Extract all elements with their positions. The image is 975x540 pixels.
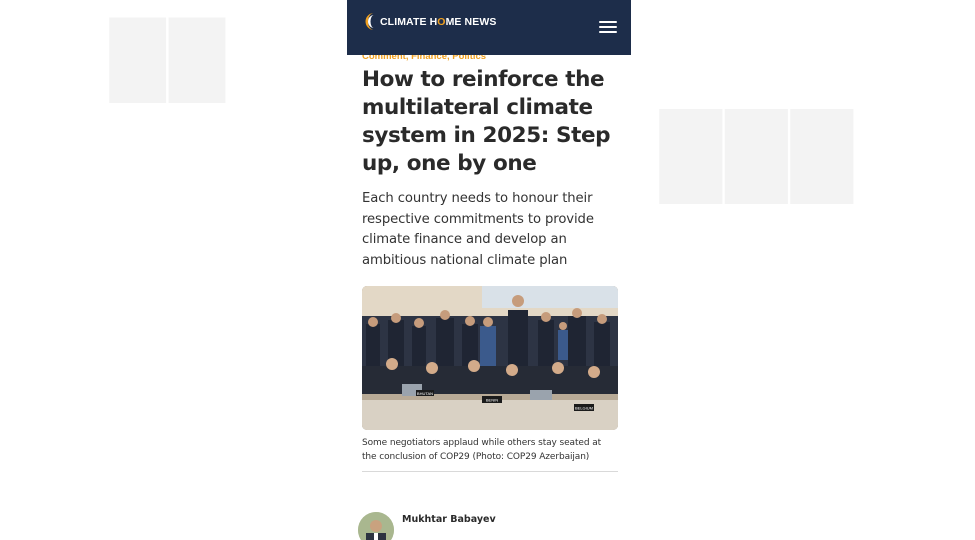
photo-caption: Some negotiators applaud while others st… <box>362 438 602 462</box>
mobile-viewport: CLIMATE HOME NEWS Comment, Finance, Poli… <box>347 0 631 540</box>
background-ghost-right: ███ <box>660 110 857 203</box>
site-logo-link[interactable]: CLIMATE HOME NEWS <box>363 12 496 31</box>
placard-belgium: BELGIUM <box>575 406 593 411</box>
background-ghost-left: ██ <box>110 18 229 102</box>
article: Comment, Finance, Politics How to reinfo… <box>362 50 618 472</box>
article-headline: How to reinforce the multilateral climat… <box>362 67 611 176</box>
sun-logo-icon <box>363 12 376 31</box>
caption-divider <box>362 471 618 472</box>
author-avatar[interactable] <box>358 512 394 540</box>
author-byline[interactable]: Mukhtar Babayev <box>358 512 496 540</box>
page: ██ ███ CLIMATE HOME NEWS Comment, Financ… <box>0 0 975 540</box>
article-standfirst: Each country needs to honour their respe… <box>362 191 594 268</box>
site-header: CLIMATE HOME NEWS <box>347 0 631 55</box>
logo-wordmark: CLIMATE HOME NEWS <box>380 15 497 28</box>
article-hero-photo: BHUTAN BENIN BELGIUM <box>362 286 618 430</box>
author-name[interactable]: Mukhtar Babayev <box>402 514 496 525</box>
hamburger-menu-icon[interactable] <box>599 18 617 34</box>
placard-benin: BENIN <box>486 398 498 403</box>
placard-bhutan: BHUTAN <box>417 391 433 396</box>
